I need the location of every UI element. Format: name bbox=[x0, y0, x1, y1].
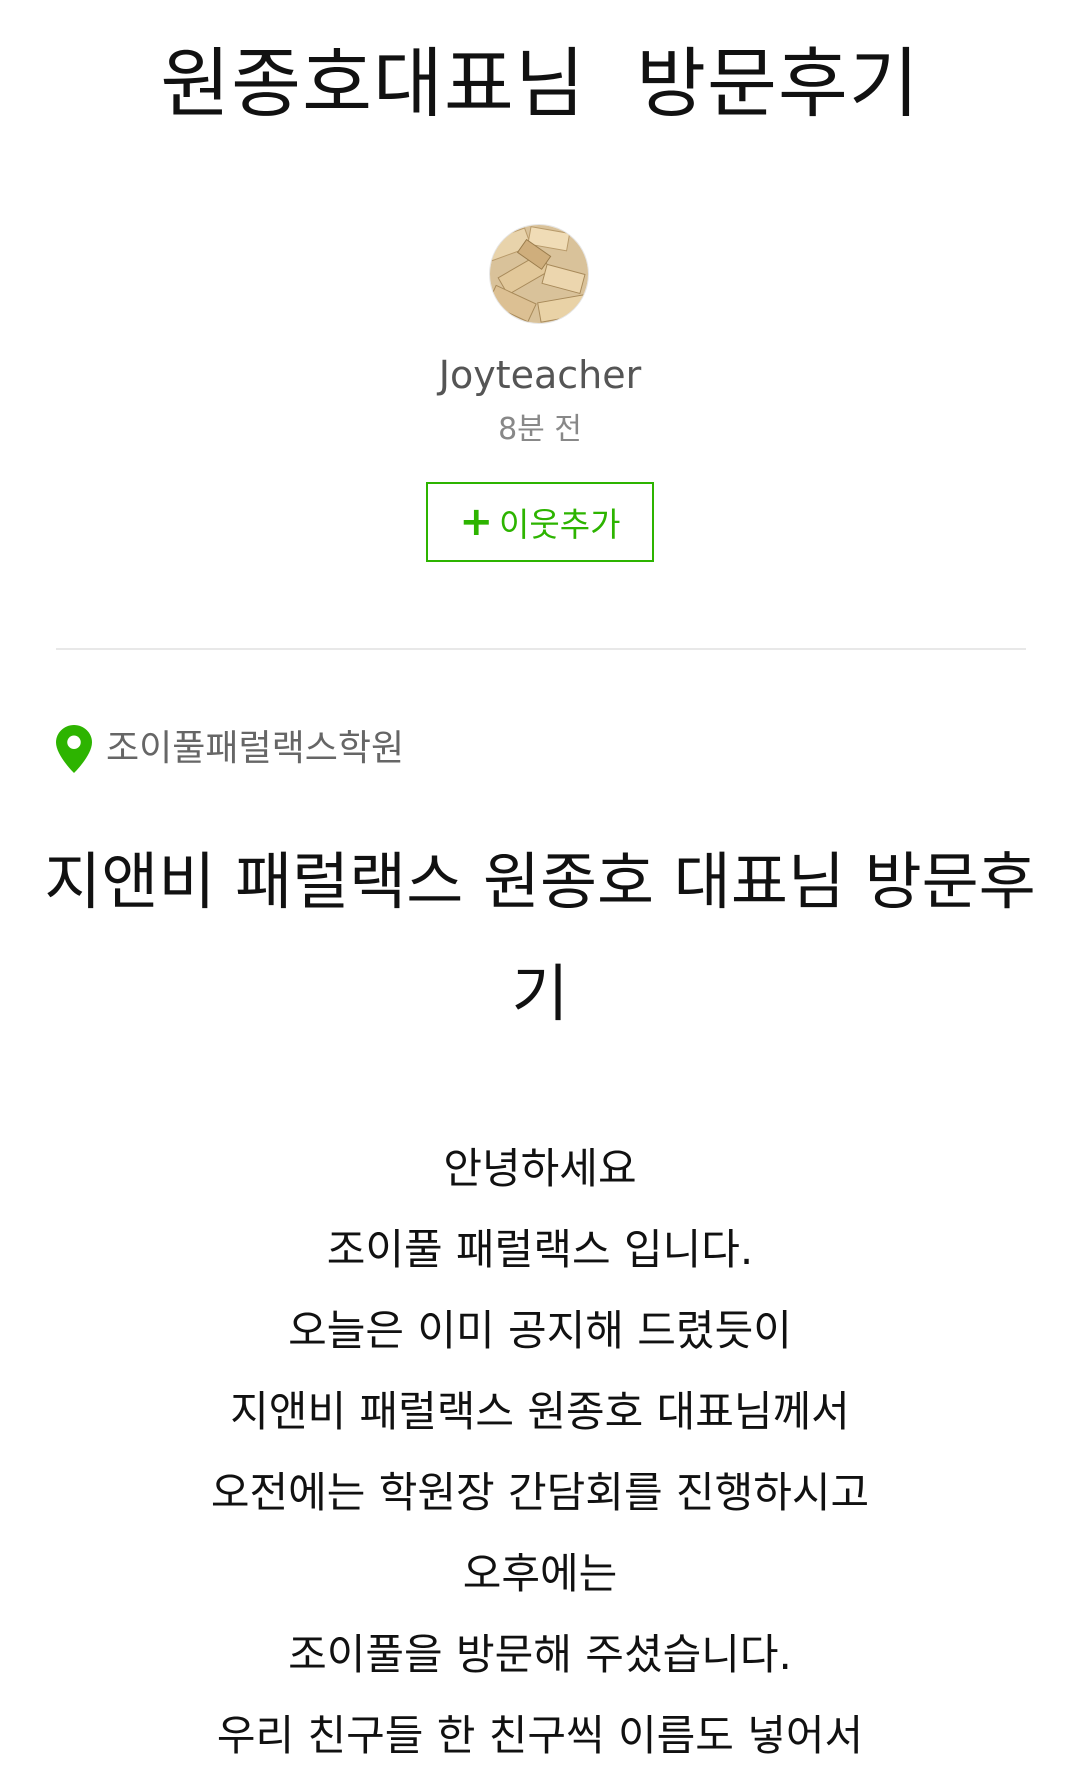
post-time: 8분 전 bbox=[498, 412, 582, 447]
body-line: 안녕하세요 bbox=[443, 1144, 637, 1193]
wooden-blocks-avatar-icon bbox=[490, 225, 588, 323]
body-line: 오전에는 학원장 간담회를 진행하시고 bbox=[210, 1468, 870, 1517]
body-line: 조이풀을 방문해 주셨습니다. bbox=[288, 1630, 792, 1679]
body-line: 조이풀 패럴랙스 입니다. bbox=[326, 1225, 754, 1274]
body-line: 오늘은 이미 공지해 드렸듯이 bbox=[288, 1306, 792, 1355]
add-neighbor-button[interactable]: + 이웃추가 bbox=[426, 482, 654, 562]
avatar[interactable] bbox=[489, 224, 589, 324]
author-name[interactable]: Joyteacher bbox=[0, 350, 1080, 400]
map-pin-icon bbox=[56, 725, 92, 773]
location-link[interactable]: 조이풀패럴랙스학원 bbox=[56, 724, 404, 774]
plus-icon: + bbox=[459, 499, 494, 545]
body-line: 오후에는 bbox=[462, 1549, 618, 1598]
post-body: 안녕하세요 조이풀 패럴랙스 입니다. 오늘은 이미 공지해 드렸듯이 지앤비 … bbox=[0, 1128, 1080, 1776]
location-label: 조이풀패럴랙스학원 bbox=[106, 728, 405, 769]
divider bbox=[56, 648, 1026, 650]
post-heading: 지앤비 패럴랙스 원종호 대표님 방문후기 bbox=[44, 845, 1036, 1030]
body-line: 지앤비 패럴랙스 원종호 대표님께서 bbox=[230, 1387, 850, 1436]
body-line: 우리 친구들 한 친구씩 이름도 넣어서 bbox=[216, 1711, 864, 1760]
page-title: 원종호대표님 방문후기 bbox=[160, 39, 920, 128]
add-neighbor-label: 이웃추가 bbox=[499, 505, 621, 544]
